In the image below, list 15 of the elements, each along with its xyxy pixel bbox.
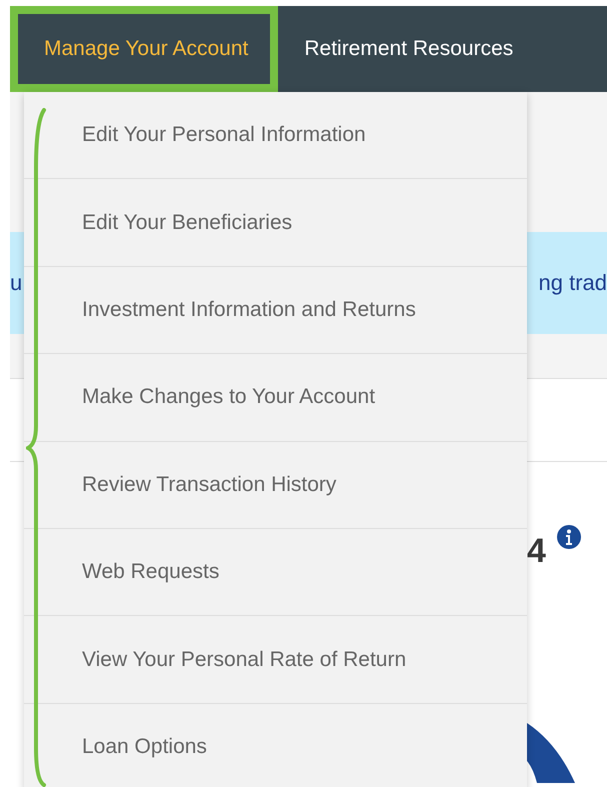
menu-item[interactable]: Web Requests (24, 528, 527, 616)
nav-tab[interactable]: Retirement Resources (278, 6, 538, 92)
menu-item[interactable]: View Your Personal Rate of Return (24, 616, 527, 704)
menu-item[interactable]: Loan Options (24, 704, 527, 787)
nav-tab[interactable]: Manage Your Account (10, 6, 278, 92)
menu-item[interactable]: Investment Information and Returns (24, 266, 527, 354)
banner-text: ng trad (538, 270, 607, 296)
balance-amount: 4 (527, 534, 546, 568)
donut-arc-drawing (527, 723, 577, 783)
menu-item[interactable]: Review Transaction History (24, 442, 527, 529)
menu-item[interactable]: Edit Your Personal Information (24, 92, 527, 180)
menu-item[interactable]: Edit Your Beneficiaries (24, 179, 527, 267)
banner-text: u (10, 270, 22, 296)
info-icon[interactable] (556, 524, 582, 550)
menu-item[interactable]: Make Changes to Your Account (24, 354, 527, 442)
